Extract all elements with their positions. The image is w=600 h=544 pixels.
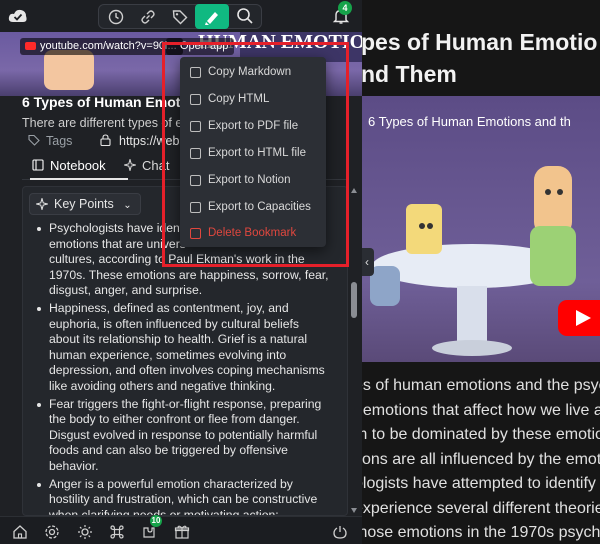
highlight-box xyxy=(162,42,349,267)
source-url-chip[interactable]: youtube.com/watch?v=90l... xyxy=(20,38,183,55)
cloud-check-icon[interactable] xyxy=(8,7,28,25)
article-line: es of human emotions and the psych xyxy=(362,377,600,394)
key-points-label: Key Points xyxy=(54,197,114,211)
key-point-line: Fear triggers the fight-or-flight respon… xyxy=(49,396,322,411)
page-title-line-2: nd Them xyxy=(362,61,457,87)
article-line: f emotions that affect how we live a xyxy=(362,401,600,419)
scroll-up-arrow[interactable] xyxy=(351,188,357,193)
key-point-line: hostility and frustration, which can be … xyxy=(49,492,318,507)
highlighter-icon xyxy=(205,12,218,25)
scrollbar-thumb[interactable] xyxy=(351,282,357,318)
key-points-dropdown[interactable]: Key Points ⌄ xyxy=(29,193,141,215)
app-root: pes of Human Emotio nd Them 6 Types of H… xyxy=(0,0,600,544)
page-title-line-1: pes of Human Emotio xyxy=(362,29,598,55)
key-point-line: disgust, anger, and surprise. xyxy=(49,283,203,298)
link-icon[interactable] xyxy=(139,8,157,26)
sparkle-icon xyxy=(124,159,136,171)
tab-notebook-label: Notebook xyxy=(50,158,106,173)
video-player[interactable]: 6 Types of Human Emotions and th xyxy=(362,96,600,362)
article-line: tions are all influenced by the emoti xyxy=(362,450,600,468)
command-icon[interactable] xyxy=(109,524,125,540)
gift-icon[interactable] xyxy=(174,524,190,540)
key-point-line: about its relationship to health. Grief … xyxy=(49,332,308,347)
key-point-line: when clarifying needs or motivating acti… xyxy=(49,507,279,516)
key-point-line: foods and can also be triggered by offen… xyxy=(49,443,288,458)
settings-icon[interactable] xyxy=(44,524,60,540)
chevron-down-icon: ⌄ xyxy=(123,200,132,211)
key-point-line: the body to either confront or flee from… xyxy=(49,412,300,427)
active-tab-indicator xyxy=(30,178,128,180)
key-point-item: Fear triggers the fight-or-flight respon… xyxy=(37,397,337,475)
bookmark-title: 6 Types of Human Emoti xyxy=(22,94,185,110)
page-title: pes of Human Emotio nd Them xyxy=(362,26,600,90)
sun-icon[interactable] xyxy=(77,524,93,540)
sparkle-icon xyxy=(36,198,48,210)
key-point-line: Anger is a powerful emotion characterize… xyxy=(49,476,293,491)
key-point-line: euphoria, is often influenced by cultura… xyxy=(49,316,299,331)
key-point-line: behavior. xyxy=(49,458,99,473)
article-line: ologists have attempted to identify th xyxy=(362,475,600,492)
article-line: those emotions in the 1970s psycho xyxy=(362,524,600,541)
search-icon[interactable] xyxy=(236,7,254,25)
key-point-line: Disgust evolved in response to potential… xyxy=(49,427,318,442)
video-title: 6 Types of Human Emotions and th xyxy=(368,114,571,129)
lock-icon xyxy=(100,134,111,146)
key-point-item: Anger is a powerful emotion characterize… xyxy=(37,476,337,516)
notebook-icon xyxy=(32,159,44,171)
bottom-toolbar: 10 xyxy=(0,515,362,544)
history-icon[interactable] xyxy=(107,8,125,26)
tab-notebook[interactable]: Notebook xyxy=(32,158,106,173)
power-icon[interactable] xyxy=(332,524,348,540)
tag-icon[interactable] xyxy=(171,8,189,26)
scroll-down-arrow[interactable] xyxy=(351,508,357,513)
top-toolbar: 4 xyxy=(0,0,362,32)
key-point-line: Happiness, defined as contentment, joy, … xyxy=(49,300,289,315)
extensions-badge: 10 xyxy=(150,515,162,527)
web-page: pes of Human Emotio nd Them 6 Types of H… xyxy=(362,0,600,544)
key-point-line: human experience, sometimes evolving int… xyxy=(49,347,287,362)
key-point-line: like avoiding others and negative thinki… xyxy=(49,378,276,393)
highlighter-button[interactable] xyxy=(195,4,229,29)
collapse-panel-button[interactable]: ‹ xyxy=(360,248,374,276)
key-point-item: Happiness, defined as contentment, joy, … xyxy=(37,301,337,395)
notification-badge: 4 xyxy=(338,1,352,15)
tags-field[interactable]: Tags xyxy=(28,134,72,148)
home-icon[interactable] xyxy=(12,524,28,540)
key-point-line: depression, and often involves coping me… xyxy=(49,363,325,378)
scrollbar[interactable] xyxy=(350,186,358,516)
play-icon[interactable] xyxy=(558,300,600,336)
tag-icon xyxy=(28,134,40,146)
article-body: es of human emotions and the psych f emot… xyxy=(362,374,600,544)
article-line: experience several different theorie xyxy=(362,499,600,517)
article-line: m to be dominated by these emotio xyxy=(362,426,600,443)
tags-label: Tags xyxy=(46,134,73,148)
key-point-line: 1970s. These emotions are happiness, sor… xyxy=(49,267,329,282)
